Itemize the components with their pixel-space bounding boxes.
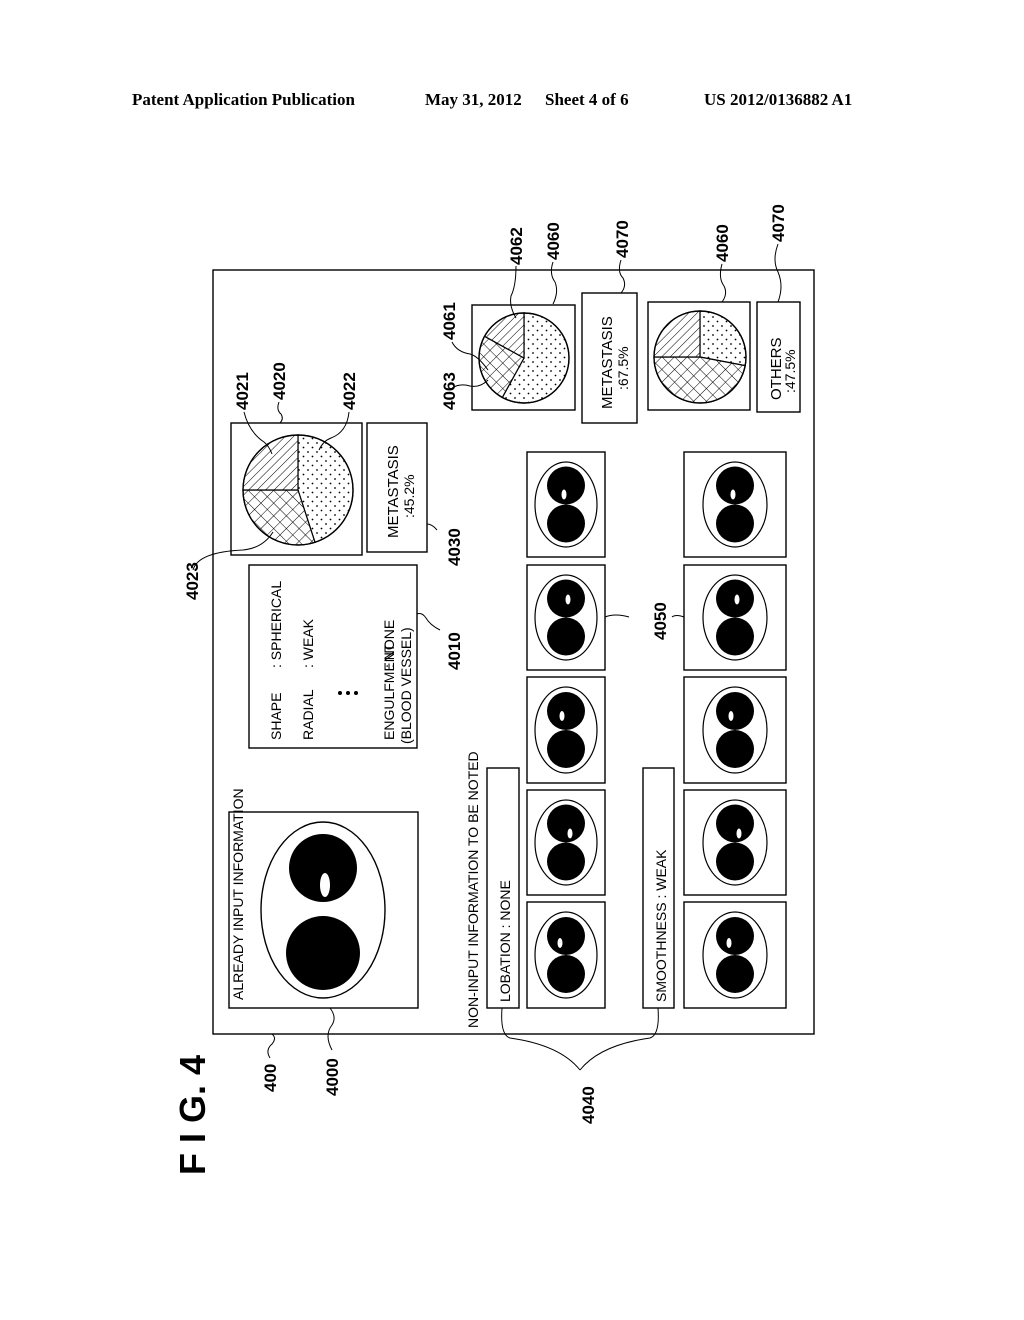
lobation-label[interactable]: LOBATION : NONE — [497, 880, 513, 1002]
ref-4010: 4010 — [445, 632, 464, 670]
diagnosis-sub-value-2: :47.5% — [782, 349, 798, 393]
ref-4061: 4061 — [440, 302, 459, 340]
similar-image-thumbnail[interactable] — [526, 564, 606, 671]
info-value-shape: : SPHERICAL — [268, 581, 284, 668]
ref-4020: 4020 — [270, 362, 289, 400]
figure-label: F I G. 4 — [172, 1055, 213, 1175]
diagnosis-main-value: :45.2% — [401, 474, 417, 518]
ref-4062: 4062 — [507, 227, 526, 265]
ref-400: 400 — [261, 1064, 280, 1092]
info-key-radial: RADIAL — [300, 689, 316, 740]
ref-4070-1: 4070 — [613, 220, 632, 258]
similar-image-thumbnail[interactable] — [526, 901, 606, 1009]
similar-image-thumbnail[interactable] — [683, 676, 787, 784]
smoothness-label[interactable]: SMOOTHNESS : WEAK — [653, 849, 669, 1002]
similar-image-thumbnail[interactable] — [683, 564, 787, 671]
ref-4030: 4030 — [445, 528, 464, 566]
similar-image-thumbnail[interactable] — [526, 789, 606, 896]
diagnosis-main-name: METASTASIS — [385, 445, 402, 538]
ref-4040: 4040 — [579, 1086, 598, 1124]
ref-4060-2: 4060 — [713, 224, 732, 262]
info-value-engulfment: : NONE — [381, 620, 397, 668]
pie-sub-1 — [478, 312, 570, 404]
pie-sub-2 — [653, 310, 747, 404]
ref-4060-1: 4060 — [544, 222, 563, 260]
input-info-title: ALREADY INPUT INFORMATION — [230, 788, 246, 1000]
diagnosis-sub-value-1: :67.5% — [615, 346, 631, 390]
similar-image-thumbnail[interactable] — [526, 676, 606, 784]
ref-4021: 4021 — [233, 372, 252, 410]
similar-image-thumbnail[interactable] — [526, 451, 606, 558]
leader-400 — [267, 1033, 275, 1059]
ref-4063: 4063 — [440, 372, 459, 410]
info-value-radial: : WEAK — [300, 618, 316, 668]
pie-main — [242, 434, 354, 546]
similar-image-thumbnail[interactable] — [683, 901, 787, 1009]
figure-4: F I G. 4 ALREADY INPUT INFORMATION SHAPE… — [172, 204, 815, 1175]
similar-image-thumbnail[interactable] — [683, 451, 787, 558]
similar-image-thumbnail[interactable] — [683, 789, 787, 896]
ref-4023: 4023 — [183, 562, 202, 600]
non-input-title: NON-INPUT INFORMATION TO BE NOTED — [465, 751, 481, 1028]
ref-4070-2: 4070 — [769, 204, 788, 242]
info-key-shape: SHAPE — [268, 693, 284, 740]
ref-4000: 4000 — [323, 1058, 342, 1096]
diagnosis-sub-name-1: METASTASIS — [599, 316, 616, 409]
ref-4050: 4050 — [651, 602, 670, 640]
info-key-engulfment-sub: (BLOOD VESSEL) — [398, 627, 414, 744]
main-image — [260, 821, 386, 999]
ref-4022: 4022 — [340, 372, 359, 410]
ellipsis-icon — [338, 691, 358, 695]
